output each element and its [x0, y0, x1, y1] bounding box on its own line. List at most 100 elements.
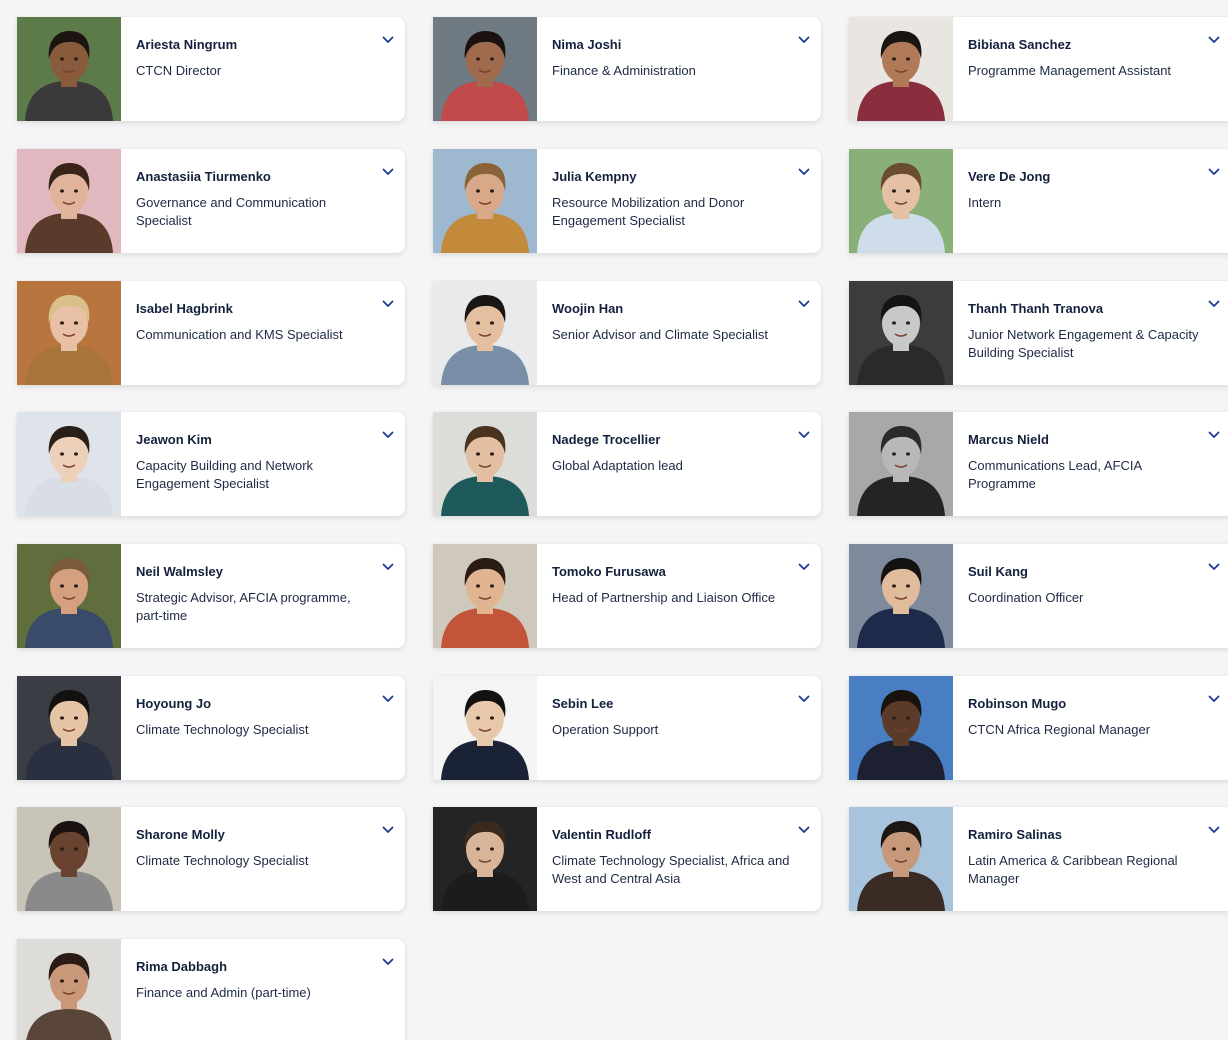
member-photo: [849, 807, 953, 911]
chevron-down-icon[interactable]: [381, 33, 395, 47]
member-info: Valentin Rudloff Climate Technology Speci…: [537, 807, 821, 911]
team-member-card[interactable]: Vere De Jong Intern: [849, 149, 1228, 253]
team-member-card[interactable]: Rima Dabbagh Finance and Admin (part-time…: [17, 939, 405, 1040]
member-name: Sharone Molly: [136, 827, 225, 842]
member-photo: [17, 17, 121, 121]
chevron-down-icon[interactable]: [1207, 823, 1221, 837]
chevron-down-icon[interactable]: [381, 297, 395, 311]
member-role: Governance and Communication Specialist: [136, 195, 327, 228]
member-info: Ramiro Salinas Latin America & Caribbean …: [953, 807, 1228, 911]
team-member-card[interactable]: Nadege Trocellier Global Adaptation lead: [433, 412, 821, 516]
member-photo: [433, 412, 537, 516]
member-info: Woojin Han Senior Advisor and Climate Spe…: [537, 281, 821, 385]
member-name: Valentin Rudloff: [552, 827, 651, 842]
member-role: Strategic Advisor, AFCIA programme, part…: [136, 590, 351, 623]
member-info: Anastasiia Tiurmenko Governance and Commu…: [121, 149, 405, 253]
member-photo: [849, 676, 953, 780]
team-member-card[interactable]: Nima Joshi Finance & Administration: [433, 17, 821, 121]
member-photo: [849, 149, 953, 253]
team-member-card[interactable]: Robinson Mugo CTCN Africa Regional Manage…: [849, 676, 1228, 780]
team-member-card[interactable]: Tomoko Furusawa Head of Partnership and L…: [433, 544, 821, 648]
chevron-down-icon[interactable]: [797, 165, 811, 179]
team-member-card[interactable]: Sharone Molly Climate Technology Speciali…: [17, 807, 405, 911]
team-grid: Ariesta Ningrum CTCN Director Nima Joshi Fi…: [0, 0, 1228, 1040]
chevron-down-icon[interactable]: [381, 165, 395, 179]
member-photo: [849, 281, 953, 385]
member-role: Global Adaptation lead: [552, 458, 683, 473]
team-member-card[interactable]: Hoyoung Jo Climate Technology Specialist: [17, 676, 405, 780]
chevron-down-icon[interactable]: [381, 692, 395, 706]
member-role: Finance and Admin (part-time): [136, 985, 311, 1000]
member-info: Julia Kempny Resource Mobilization and Do…: [537, 149, 821, 253]
chevron-down-icon[interactable]: [797, 428, 811, 442]
member-photo: [849, 412, 953, 516]
chevron-down-icon[interactable]: [381, 955, 395, 969]
member-info: Tomoko Furusawa Head of Partnership and L…: [537, 544, 821, 648]
member-name: Sebin Lee: [552, 696, 614, 711]
member-photo: [433, 17, 537, 121]
member-name: Isabel Hagbrink: [136, 301, 233, 316]
member-info: Neil Walmsley Strategic Advisor, AFCIA pr…: [121, 544, 405, 648]
chevron-down-icon[interactable]: [381, 428, 395, 442]
member-role: CTCN Director: [136, 63, 222, 78]
team-member-card[interactable]: Valentin Rudloff Climate Technology Speci…: [433, 807, 821, 911]
team-member-card[interactable]: Woojin Han Senior Advisor and Climate Spe…: [433, 281, 821, 385]
chevron-down-icon[interactable]: [1207, 428, 1221, 442]
member-name: Tomoko Furusawa: [552, 564, 666, 579]
team-member-card[interactable]: Thanh Thanh Tranova Junior Network Engage…: [849, 281, 1228, 385]
member-name: Nadege Trocellier: [552, 432, 661, 447]
member-info: Sebin Lee Operation Support: [537, 676, 821, 780]
member-name: Hoyoung Jo: [136, 696, 212, 711]
team-member-card[interactable]: Marcus Nield Communications Lead, AFCIA P…: [849, 412, 1228, 516]
team-member-card[interactable]: Ramiro Salinas Latin America & Caribbean …: [849, 807, 1228, 911]
member-info: Nima Joshi Finance & Administration: [537, 17, 821, 121]
chevron-down-icon[interactable]: [797, 692, 811, 706]
member-role: Resource Mobilization and Donor Engageme…: [552, 195, 745, 228]
team-member-card[interactable]: Anastasiia Tiurmenko Governance and Commu…: [17, 149, 405, 253]
team-member-card[interactable]: Neil Walmsley Strategic Advisor, AFCIA pr…: [17, 544, 405, 648]
chevron-down-icon[interactable]: [1207, 692, 1221, 706]
member-name: Anastasiia Tiurmenko: [136, 169, 271, 184]
member-role: Head of Partnership and Liaison Office: [552, 590, 776, 605]
chevron-down-icon[interactable]: [797, 823, 811, 837]
member-role: Intern: [968, 195, 1002, 210]
member-name: Vere De Jong: [968, 169, 1051, 184]
member-info: Nadege Trocellier Global Adaptation lead: [537, 412, 821, 516]
member-name: Jeawon Kim: [136, 432, 212, 447]
team-member-card[interactable]: Jeawon Kim Capacity Building and Network …: [17, 412, 405, 516]
member-name: Neil Walmsley: [136, 564, 223, 579]
chevron-down-icon[interactable]: [1207, 33, 1221, 47]
member-role: Communications Lead, AFCIA Programme: [968, 458, 1142, 491]
member-name: Suil Kang: [968, 564, 1028, 579]
chevron-down-icon[interactable]: [797, 297, 811, 311]
team-member-card[interactable]: Ariesta Ningrum CTCN Director: [17, 17, 405, 121]
member-name: Nima Joshi: [552, 37, 622, 52]
member-name: Rima Dabbagh: [136, 959, 228, 974]
team-member-card[interactable]: Julia Kempny Resource Mobilization and Do…: [433, 149, 821, 253]
chevron-down-icon[interactable]: [1207, 165, 1221, 179]
chevron-down-icon[interactable]: [797, 33, 811, 47]
team-member-card[interactable]: Suil Kang Coordination Officer: [849, 544, 1228, 648]
member-role: Programme Management Assistant: [968, 63, 1172, 78]
member-name: Ariesta Ningrum: [136, 37, 238, 52]
member-info: Suil Kang Coordination Officer: [953, 544, 1228, 648]
member-name: Julia Kempny: [552, 169, 637, 184]
chevron-down-icon[interactable]: [1207, 560, 1221, 574]
team-member-card[interactable]: Isabel Hagbrink Communication and KMS Spe…: [17, 281, 405, 385]
team-member-card[interactable]: Bibiana Sanchez Programme Management Assi…: [849, 17, 1228, 121]
member-photo: [433, 149, 537, 253]
member-photo: [433, 676, 537, 780]
chevron-down-icon[interactable]: [797, 560, 811, 574]
member-photo: [17, 281, 121, 385]
member-info: Marcus Nield Communications Lead, AFCIA P…: [953, 412, 1228, 516]
chevron-down-icon[interactable]: [1207, 297, 1221, 311]
chevron-down-icon[interactable]: [381, 823, 395, 837]
member-name: Bibiana Sanchez: [968, 37, 1072, 52]
member-role: Capacity Building and Network Engagement…: [136, 458, 314, 491]
chevron-down-icon[interactable]: [381, 560, 395, 574]
member-role: Communication and KMS Specialist: [136, 327, 343, 342]
team-member-card[interactable]: Sebin Lee Operation Support: [433, 676, 821, 780]
member-photo: [17, 149, 121, 253]
member-role: CTCN Africa Regional Manager: [968, 722, 1151, 737]
member-name: Woojin Han: [552, 301, 624, 316]
